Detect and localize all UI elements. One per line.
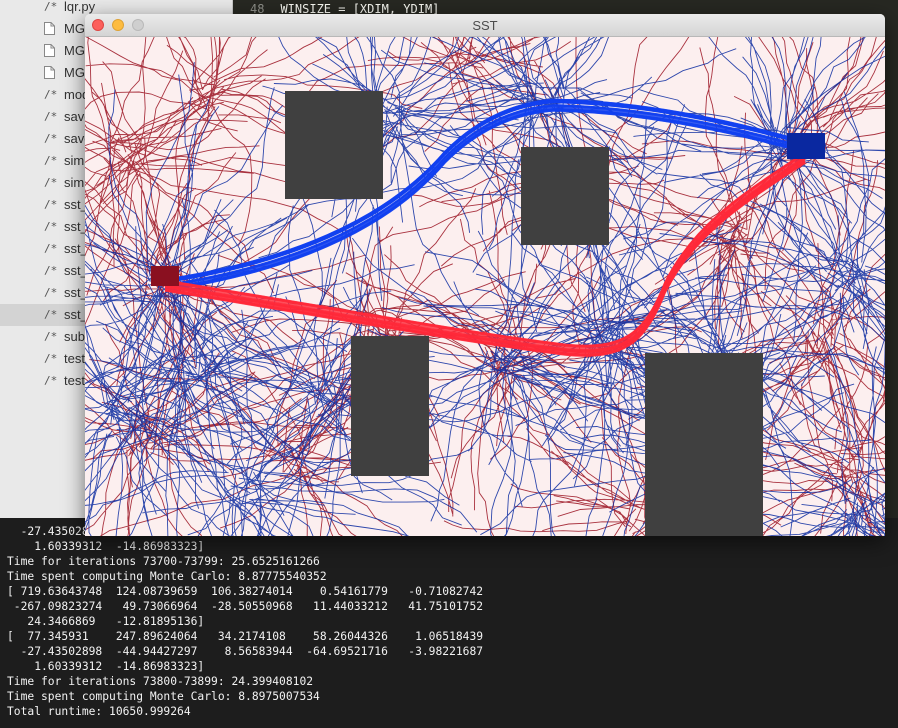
terminal-line: 24.3466869 -12.81895136]	[7, 615, 205, 628]
terminal-line: 1.60339312 -14.86983323]	[7, 540, 205, 553]
sst-window[interactable]: SST	[85, 14, 885, 536]
file-icon	[44, 44, 55, 57]
sidebar-item-label: lqr.py	[64, 0, 96, 14]
terminal-line: -267.09823274 49.73066964 -28.50550968 1…	[7, 600, 484, 613]
planning-canvas[interactable]	[85, 37, 885, 536]
file-icon	[44, 66, 55, 79]
planning-svg	[85, 37, 885, 536]
script-icon: /*	[44, 176, 58, 189]
script-icon: /*	[44, 374, 58, 387]
script-icon: /*	[44, 308, 58, 321]
script-icon: /*	[44, 330, 58, 343]
script-icon: /*	[44, 264, 58, 277]
window-title: SST	[472, 18, 498, 33]
terminal-lines: -27.43502898 -44.94427297 8.56583944 -64…	[7, 524, 483, 719]
script-icon: /*	[44, 88, 58, 101]
window-titlebar[interactable]: SST	[85, 14, 885, 37]
terminal-line: Time spent computing Monte Carlo: 8.8975…	[7, 690, 320, 703]
script-icon: /*	[44, 242, 58, 255]
terminal-line: Time for iterations 73700-73799: 25.6525…	[7, 555, 320, 568]
sidebar-item-label: sub	[64, 329, 85, 344]
terminal-output[interactable]: -27.43502898 -44.94427297 8.56583944 -64…	[0, 518, 898, 728]
sidebar-item-label: sim	[64, 175, 85, 190]
terminal-line: Time for iterations 73800-73899: 24.3994…	[7, 675, 314, 688]
sidebar-item-label: MG	[64, 43, 85, 58]
sidebar-item-label: sim	[64, 153, 85, 168]
script-icon: /*	[44, 154, 58, 167]
sidebar-item-label: test	[64, 373, 85, 388]
script-icon: /*	[44, 352, 58, 365]
sidebar-item-label: MG	[64, 21, 85, 36]
sidebar-item-label: MG	[64, 65, 85, 80]
terminal-line: -27.43502898 -44.94427297 8.56583944 -64…	[7, 645, 484, 658]
file-icon	[44, 22, 55, 35]
terminal-line: [ 719.63643748 124.08739659 106.38274014…	[7, 585, 484, 598]
obstacle-1	[285, 91, 383, 199]
terminal-line: Time spent computing Monte Carlo: 8.8777…	[7, 570, 327, 583]
script-icon: /*	[44, 198, 58, 211]
obstacle-2	[521, 147, 609, 245]
script-icon: /*	[44, 0, 58, 13]
terminal-line: 1.60339312 -14.86983323]	[7, 660, 205, 673]
sidebar-item-label: test	[64, 351, 85, 366]
goal-marker	[787, 133, 825, 159]
script-icon: /*	[44, 110, 58, 123]
start-marker	[151, 266, 179, 286]
obstacle-4	[645, 353, 763, 536]
terminal-line: [ 77.345931 247.89624064 34.2174108 58.2…	[7, 630, 484, 643]
terminal-line: Total runtime: 10650.999264	[7, 705, 191, 718]
script-icon: /*	[44, 286, 58, 299]
script-icon: /*	[44, 220, 58, 233]
script-icon: /*	[44, 132, 58, 145]
obstacle-3	[351, 336, 429, 476]
